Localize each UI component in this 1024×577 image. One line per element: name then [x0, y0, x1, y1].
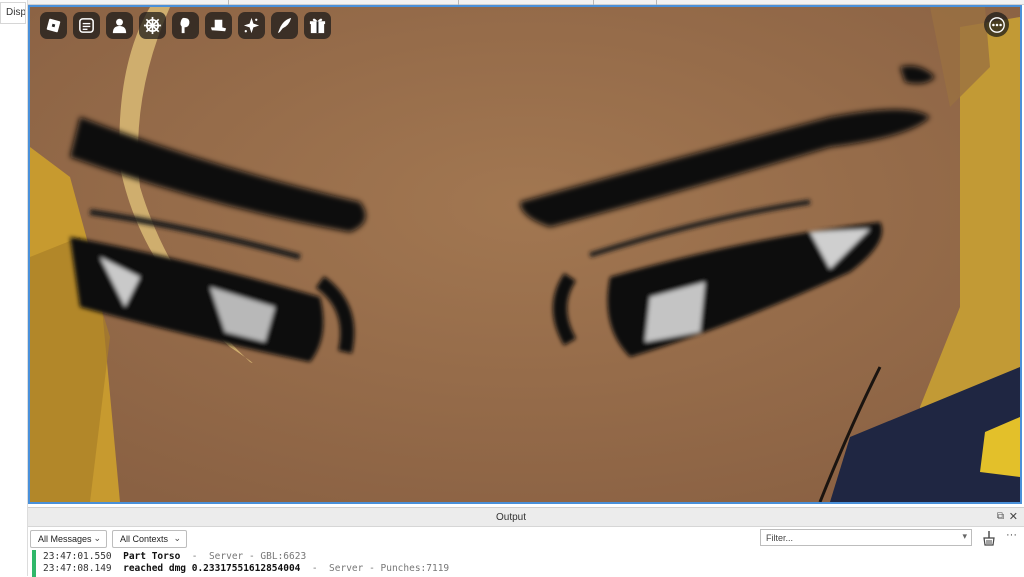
close-icon[interactable]: ✕ — [1009, 510, 1018, 523]
hat-button[interactable] — [205, 12, 232, 39]
hat-icon — [210, 19, 227, 32]
chat-button[interactable] — [73, 12, 100, 39]
roblox-logo-icon — [46, 18, 61, 33]
game-menu-button[interactable] — [984, 12, 1009, 37]
studio-left-panel: Disp — [0, 0, 28, 576]
undock-icon[interactable]: ⧉ — [997, 511, 1004, 522]
settings-wheel-button[interactable] — [139, 12, 166, 39]
ability-button[interactable] — [172, 12, 199, 39]
chevron-down-icon: ⌄ — [173, 533, 181, 543]
spark-icon — [243, 17, 260, 34]
log-message: reached dmg 0.23317551612854004 — [123, 563, 301, 574]
more-options-button[interactable]: ··· — [1006, 529, 1017, 541]
filter-placeholder: Filter... — [766, 533, 794, 543]
log-line[interactable]: 23:47:08.149 reached dmg 0.2331755161285… — [43, 563, 449, 575]
output-panel: Output ⧉ ✕ All Messages ⌄ All Contexts ⌄… — [28, 507, 1024, 577]
ability-icon — [180, 17, 190, 34]
chevron-down-icon: ⌄ — [93, 533, 101, 543]
clear-output-icon[interactable] — [980, 530, 996, 546]
game-scene[interactable] — [30, 7, 1020, 502]
log-separator: - — [311, 563, 318, 574]
log-accent-bar — [32, 550, 36, 577]
spark-button[interactable] — [238, 12, 265, 39]
gift-icon — [309, 18, 326, 34]
log-time: 23:47:08.149 — [43, 563, 112, 574]
character-button[interactable] — [106, 12, 133, 39]
log-message: Part Torso — [123, 551, 181, 562]
more-icon — [988, 16, 1005, 33]
contexts-filter-value: All Contexts — [120, 534, 169, 544]
hud-icon-bar — [40, 12, 331, 39]
gift-button[interactable] — [304, 12, 331, 39]
game-viewport[interactable] — [28, 5, 1022, 504]
face-skin — [30, 7, 1020, 502]
quill-icon — [277, 17, 292, 34]
settings-wheel-icon — [143, 16, 162, 35]
messages-filter-dropdown[interactable]: All Messages ⌄ — [30, 530, 107, 548]
output-log[interactable]: 23:47:01.550 Part Torso - Server - GBL:6… — [28, 550, 1024, 577]
log-source: Server - GBL:6623 — [208, 551, 307, 562]
quill-button[interactable] — [271, 12, 298, 39]
character-icon — [112, 18, 127, 34]
chevron-down-icon: ▾ — [962, 531, 967, 541]
messages-filter-value: All Messages — [38, 534, 92, 544]
chat-icon — [79, 18, 94, 33]
output-header: Output ⧉ ✕ — [28, 508, 1024, 527]
contexts-filter-dropdown[interactable]: All Contexts ⌄ — [112, 530, 187, 548]
sidebar-tab-disp[interactable]: Disp — [0, 2, 26, 24]
roblox-menu-button[interactable] — [40, 12, 67, 39]
output-title: Output — [495, 512, 527, 523]
log-time: 23:47:01.550 — [43, 551, 112, 562]
log-source: Server - Punches:7119 — [329, 563, 450, 574]
filter-input[interactable]: Filter... ▾ — [760, 529, 972, 546]
log-separator: - — [191, 551, 198, 562]
log-line[interactable]: 23:47:01.550 Part Torso - Server - GBL:6… — [43, 551, 306, 563]
